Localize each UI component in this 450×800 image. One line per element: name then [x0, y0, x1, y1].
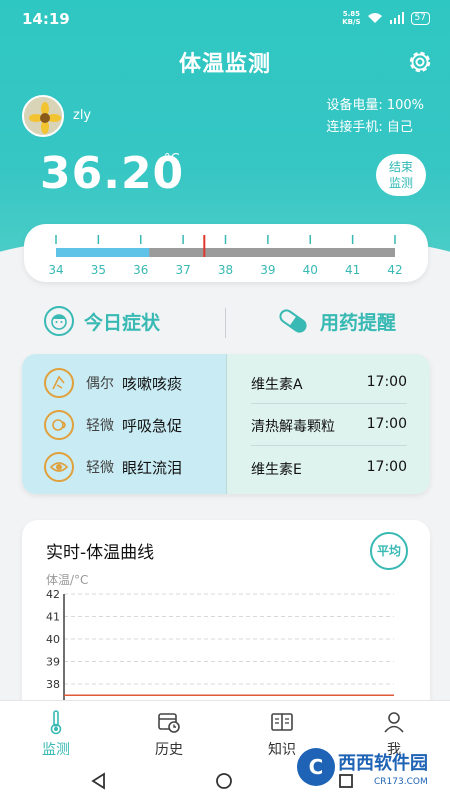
medication-name: 维生素E — [251, 462, 302, 478]
scale-tick-label: 35 — [91, 263, 106, 277]
symptom-level: 轻微 — [86, 418, 114, 434]
scale-tick-label: 37 — [175, 263, 190, 277]
medication-row[interactable]: 维生素E 17:00 — [251, 459, 407, 479]
svg-text:C: C — [309, 755, 324, 779]
home-icon[interactable] — [215, 772, 233, 790]
net-speed-value: 5.85 — [342, 10, 360, 18]
face-icon — [44, 306, 74, 336]
tab-monitor[interactable]: 监测 — [26, 709, 86, 759]
medication-label: 用药提醒 — [320, 311, 397, 334]
y-tick-label: 39 — [46, 656, 60, 669]
scale-tick-label: 40 — [303, 263, 318, 277]
symptoms-label: 今日症状 — [84, 311, 161, 334]
scale-tick-label: 39 — [260, 263, 275, 277]
stop-button-line2: 监测 — [388, 176, 413, 190]
scale-tick-label: 42 — [387, 263, 402, 277]
page-title: 体温监测 — [178, 52, 271, 77]
symptom-row[interactable]: 偶尔 咳嗽咳痰 — [44, 368, 182, 398]
scale-tick-label: 38 — [218, 263, 233, 277]
medication-divider — [251, 445, 407, 446]
section-divider — [225, 308, 226, 338]
symptom-row[interactable]: 轻微 呼吸急促 — [44, 410, 182, 440]
thermometer-scale: 34 35 36 37 38 39 40 41 42 — [24, 224, 428, 282]
back-icon[interactable] — [90, 772, 108, 790]
book-icon — [271, 713, 293, 731]
realtime-chart-card: 实时-体温曲线 平均 体温/°C424140393837 — [22, 520, 430, 720]
settings-gear-icon[interactable] — [406, 48, 434, 76]
medication-name: 清热解毒颗粒 — [251, 419, 335, 435]
username: zly — [73, 108, 92, 123]
device-info: 设备电量: 100% 连接手机: 自己 — [326, 95, 424, 139]
breathing-icon — [44, 410, 74, 440]
temperature-unit: °C — [164, 152, 180, 167]
watermark-text: 西西软件园 — [338, 752, 428, 774]
status-icons: 5.85 KB/S 57 — [342, 10, 430, 26]
status-bar: 14:19 5.85 KB/S 57 — [0, 0, 450, 38]
tab-history[interactable]: 历史 — [139, 709, 199, 759]
scale-graphic: 34 35 36 37 38 39 40 41 42 — [48, 235, 403, 277]
eye-icon — [44, 452, 74, 482]
y-tick-label: 41 — [46, 611, 60, 624]
medication-row[interactable]: 清热解毒颗粒 17:00 — [251, 416, 407, 436]
signal-icon — [389, 12, 404, 24]
wifi-icon — [367, 13, 382, 23]
symptom-name: 眼红流泪 — [122, 458, 183, 477]
medication-time: 17:00 — [366, 416, 407, 432]
stop-button-line1: 结束 — [388, 160, 413, 174]
scale-tick-label: 41 — [345, 263, 360, 277]
battery-icon: 57 — [410, 11, 430, 25]
user-icon — [384, 712, 404, 733]
symptom-level: 偶尔 — [86, 376, 114, 392]
cough-icon — [44, 368, 74, 398]
y-tick-label: 40 — [46, 633, 60, 646]
symptom-level: 轻微 — [86, 460, 114, 476]
symptoms-tab[interactable]: 今日症状 — [44, 306, 160, 336]
symptom-name: 咳嗽咳痰 — [122, 374, 183, 393]
scale-tick-label: 36 — [133, 263, 148, 277]
medication-panel: 维生素A 17:00 清热解毒颗粒 17:00 维生素E 17:00 — [226, 354, 430, 494]
watermark-logo: C 西西软件园 CR173.COM — [297, 748, 428, 787]
section-header-row: 今日症状 用药提醒 — [0, 300, 450, 346]
watermark-subtext: CR173.COM — [374, 777, 428, 787]
history-icon — [158, 713, 180, 733]
y-tick-label: 38 — [46, 678, 60, 691]
phone-connection: 连接手机: 自己 — [326, 120, 413, 135]
medication-divider — [251, 403, 407, 404]
net-speed: 5.85 KB/S — [342, 10, 360, 26]
pill-icon — [279, 309, 307, 333]
tab-label: 历史 — [155, 742, 183, 758]
thermometer-icon — [50, 710, 62, 735]
temperature-chart: 体温/°C424140393837 — [46, 573, 394, 720]
medication-row[interactable]: 维生素A 17:00 — [251, 374, 407, 394]
status-time: 14:19 — [22, 10, 70, 28]
medication-time: 17:00 — [366, 374, 407, 390]
avatar[interactable] — [22, 95, 64, 137]
medication-time: 17:00 — [366, 459, 407, 475]
y-axis-label: 体温/°C — [46, 573, 88, 587]
symptom-row[interactable]: 轻微 眼红流泪 — [44, 452, 182, 482]
scale-fill — [56, 248, 150, 257]
scale-tick-label: 34 — [48, 263, 63, 277]
tab-label: 监测 — [42, 742, 70, 758]
y-tick-label: 42 — [46, 588, 60, 601]
device-battery: 设备电量: 100% — [326, 98, 424, 113]
medication-name: 维生素A — [251, 377, 303, 393]
current-temperature: 36.20 — [40, 148, 185, 199]
symptoms-panel: 偶尔 咳嗽咳痰 轻微 呼吸急促 轻微 眼红流泪 — [22, 354, 226, 494]
symptoms-medication-card: 偶尔 咳嗽咳痰 轻微 呼吸急促 轻微 眼红流泪 维生素A 17:00 清热解毒颗… — [22, 354, 430, 494]
net-speed-unit: KB/S — [342, 18, 361, 26]
stop-monitoring-button[interactable]: 结束 监测 — [376, 154, 426, 196]
medication-tab[interactable]: 用药提醒 — [276, 306, 396, 336]
symptom-name: 呼吸急促 — [122, 416, 183, 435]
